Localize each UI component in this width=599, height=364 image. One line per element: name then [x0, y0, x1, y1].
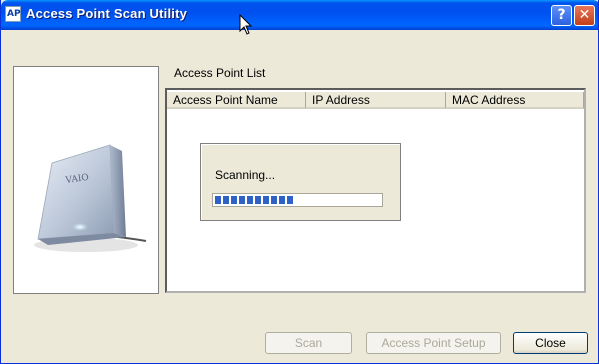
- scan-button[interactable]: Scan: [265, 332, 352, 354]
- close-button[interactable]: Close: [513, 332, 588, 354]
- scan-progress-bar: [212, 193, 383, 207]
- app-icon-label: AP: [7, 9, 21, 19]
- help-icon: ?: [557, 7, 566, 23]
- close-icon: ✕: [578, 7, 591, 23]
- access-point-device-image: VAIO: [34, 144, 147, 252]
- title-bar[interactable]: AP Access Point Scan Utility ? ✕: [1, 0, 598, 30]
- column-header-mac[interactable]: MAC Address: [446, 92, 584, 109]
- column-header-ip[interactable]: IP Address: [306, 92, 446, 109]
- access-point-setup-button[interactable]: Access Point Setup: [366, 332, 501, 354]
- scan-progress-fill: [215, 196, 293, 204]
- mouse-cursor-icon: [239, 14, 253, 35]
- scanning-message: Scanning...: [215, 168, 276, 182]
- app-window: AP Access Point Scan Utility ? ✕ VAIO Ac…: [0, 0, 599, 364]
- help-button[interactable]: ?: [551, 5, 572, 26]
- window-title: Access Point Scan Utility: [26, 6, 188, 21]
- app-icon[interactable]: AP: [5, 6, 21, 22]
- column-header-name[interactable]: Access Point Name: [167, 92, 306, 109]
- close-window-button[interactable]: ✕: [574, 5, 595, 26]
- product-image-frame: VAIO: [13, 66, 159, 294]
- scanning-dialog: Scanning...: [200, 143, 401, 221]
- access-point-list-label: Access Point List: [174, 66, 266, 80]
